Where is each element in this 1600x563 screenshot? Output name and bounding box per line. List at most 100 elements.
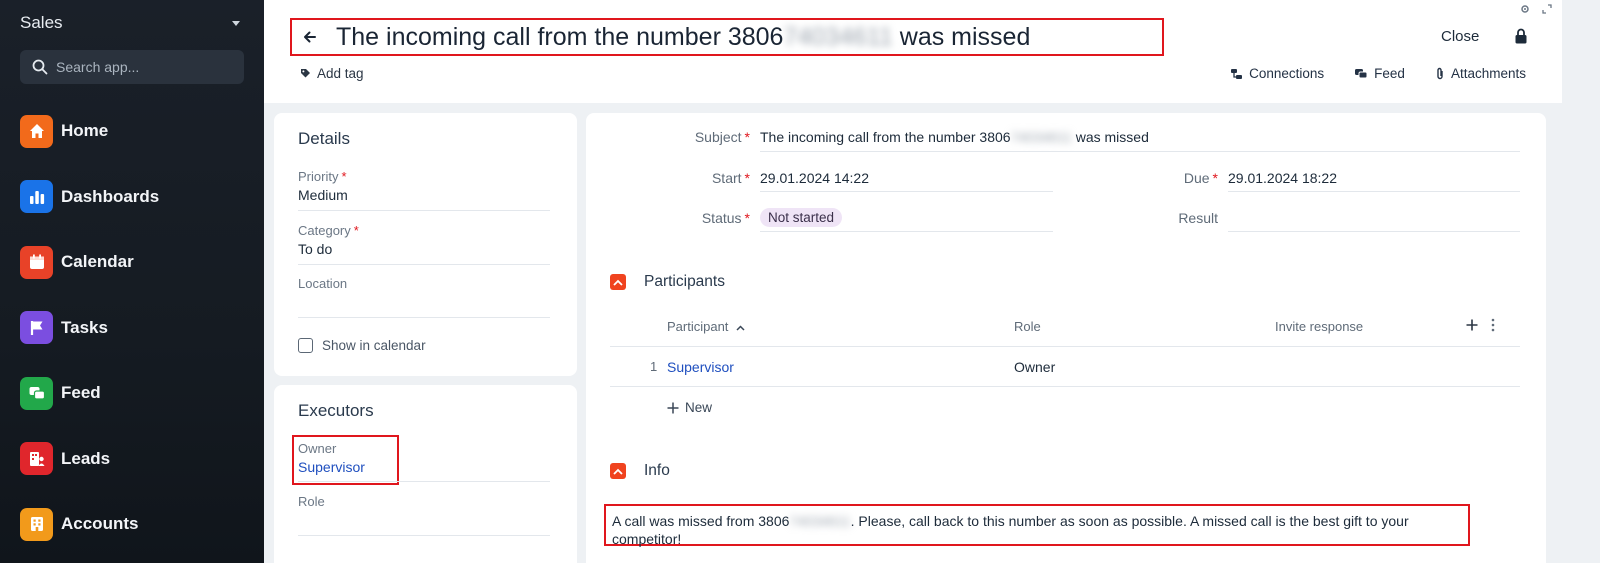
table-row-underline <box>610 386 1520 387</box>
feed-link[interactable]: Feed <box>1354 66 1405 81</box>
status-badge[interactable]: Not started <box>760 208 843 227</box>
sidebar-item-label: Feed <box>61 383 101 402</box>
subject-blurred-number: 74034611 <box>1010 129 1072 145</box>
category-value: To do <box>298 241 333 257</box>
due-value[interactable]: 29.01.2024 18:22 <box>1228 170 1337 186</box>
feed-label: Feed <box>1374 66 1405 81</box>
search-input[interactable] <box>56 59 236 75</box>
status-label-row: Status * <box>646 210 750 226</box>
start-label-row: Start * <box>646 170 750 186</box>
sidebar-item-home[interactable]: Home <box>20 114 250 148</box>
required-marker: * <box>744 129 750 145</box>
info-text-field[interactable]: A call was missed from 380674034611. Ple… <box>604 504 1470 547</box>
sidebar-item-label: Dashboards <box>61 186 160 206</box>
info-section-header: Info <box>610 462 670 480</box>
info-title: Info <box>644 462 670 479</box>
title-prefix: The incoming call from the number 3806 <box>336 22 784 51</box>
title-bar: The incoming call from the number 380674… <box>290 18 1164 56</box>
sidebar-item-label: Tasks <box>61 317 108 337</box>
connections-link[interactable]: Connections <box>1230 66 1324 81</box>
sidebar-nav: Home Dashboards Calendar Tasks Feed Lead… <box>20 114 250 563</box>
info-blurred-number: 74034611 <box>789 513 851 529</box>
column-header-invite-response[interactable]: Invite response <box>1275 319 1363 334</box>
required-marker: * <box>353 223 359 238</box>
category-label: Category <box>298 223 351 238</box>
attachments-link[interactable]: Attachments <box>1435 66 1526 81</box>
table-header-underline <box>610 346 1520 347</box>
more-options-icon[interactable] <box>1491 318 1495 332</box>
details-card: Details Priority * Medium Category * To do… <box>274 113 577 376</box>
paperclip-icon <box>1437 67 1443 80</box>
required-marker: * <box>1212 170 1218 186</box>
column-header-role[interactable]: Role <box>1014 319 1041 334</box>
show-in-calendar-checkbox[interactable] <box>298 338 313 353</box>
sidebar-item-dashboards[interactable]: Dashboards <box>20 180 250 214</box>
header-links: Connections Feed Attachments <box>1230 66 1526 81</box>
title-suffix: was missed <box>892 22 1031 51</box>
participants-section-header: Participants <box>610 273 725 291</box>
role-label: Role <box>298 494 325 509</box>
attachments-label: Attachments <box>1450 66 1526 81</box>
collapse-info-button[interactable] <box>610 463 626 479</box>
sort-asc-icon <box>736 325 745 331</box>
app-switcher[interactable]: Sales <box>20 12 244 34</box>
tag-icon <box>301 69 310 78</box>
owner-value-link[interactable]: Supervisor <box>298 459 550 475</box>
required-marker: * <box>744 170 750 186</box>
subject-underline <box>760 151 1520 152</box>
subject-value[interactable]: The incoming call from the number 380674… <box>760 129 1149 145</box>
chat-icon <box>20 376 53 410</box>
participant-link[interactable]: Supervisor <box>667 359 734 375</box>
executors-card: Executors Owner Supervisor Role <box>274 385 577 563</box>
new-participant-button[interactable]: New <box>667 400 712 415</box>
back-arrow-icon[interactable] <box>300 27 320 47</box>
connections-icon <box>1231 68 1243 79</box>
sidebar-item-accounts[interactable]: Accounts <box>20 507 250 541</box>
close-button[interactable]: Close <box>1441 28 1479 45</box>
details-title: Details <box>298 129 350 148</box>
add-participant-icon[interactable] <box>1466 319 1478 331</box>
status-label: Status <box>701 210 742 226</box>
start-value[interactable]: 29.01.2024 14:22 <box>760 170 869 186</box>
sidebar-item-label: Leads <box>61 448 111 468</box>
search-box[interactable] <box>20 50 244 84</box>
collapse-participants-button[interactable] <box>610 274 626 290</box>
sidebar-item-label: Home <box>61 121 109 140</box>
expand-icon[interactable] <box>1542 4 1552 14</box>
leads-icon <box>20 442 53 475</box>
result-underline <box>1228 231 1520 232</box>
owner-label: Owner <box>298 441 337 456</box>
add-tag-button[interactable]: Add tag <box>300 66 364 81</box>
sidebar-item-feed[interactable]: Feed <box>20 376 250 410</box>
due-label-row: Due * <box>1116 170 1218 186</box>
page-header: The incoming call from the number 380674… <box>264 0 1562 103</box>
sidebar-item-label: Accounts <box>61 514 139 533</box>
row-index: 1 <box>650 359 658 374</box>
chevron-up-icon <box>613 279 623 286</box>
location-field[interactable]: Location <box>298 276 550 318</box>
subject-label-row: Subject * <box>646 129 750 145</box>
participant-role: Owner <box>1014 359 1056 375</box>
column-header-participant[interactable]: Participant <box>667 319 745 334</box>
home-icon <box>20 114 53 148</box>
flag-icon <box>20 311 53 344</box>
app-title: Sales <box>20 13 63 32</box>
building-icon <box>20 507 53 541</box>
priority-field[interactable]: Priority * Medium <box>298 169 550 211</box>
sidebar-item-calendar[interactable]: Calendar <box>20 245 250 279</box>
chevron-down-icon[interactable] <box>232 20 240 26</box>
sidebar: Sales Home Dashboards Calendar <box>0 0 264 563</box>
bar-chart-icon <box>20 180 53 213</box>
owner-field[interactable]: Owner Supervisor <box>298 441 550 482</box>
show-in-calendar-row[interactable]: Show in calendar <box>298 338 426 353</box>
sidebar-item-tasks[interactable]: Tasks <box>20 311 250 345</box>
lock-icon[interactable] <box>1514 28 1528 44</box>
gear-icon[interactable] <box>1520 4 1530 14</box>
category-field[interactable]: Category * To do <box>298 223 550 265</box>
required-marker: * <box>341 169 347 184</box>
priority-label-row: Priority * <box>298 169 550 184</box>
required-marker: * <box>744 210 750 226</box>
page-title: The incoming call from the number 380674… <box>336 23 1030 52</box>
sidebar-item-leads[interactable]: Leads <box>20 442 250 476</box>
role-field[interactable]: Role <box>298 494 550 536</box>
